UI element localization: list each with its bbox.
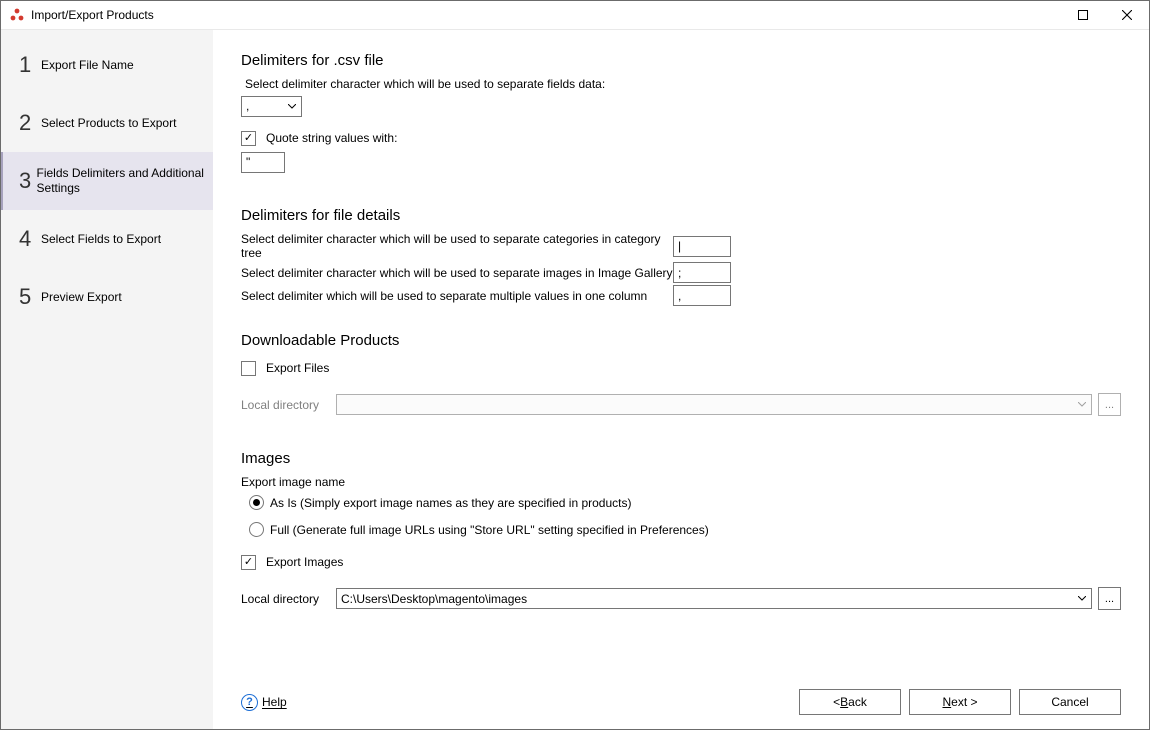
section-csv-heading: Delimiters for .csv file	[241, 52, 1121, 69]
export-image-name-label: Export image name	[241, 475, 1121, 489]
close-button[interactable]	[1105, 1, 1149, 29]
step-label: Fields Delimiters and Additional Setting…	[37, 166, 207, 196]
download-localdir-label: Local directory	[241, 398, 336, 412]
chevron-down-icon	[285, 99, 299, 113]
quote-char-value: "	[246, 155, 250, 169]
detail-row-categories: Select delimiter character which will be…	[241, 232, 1121, 260]
wizard-steps-sidebar: 1 Export File Name 2 Select Products to …	[1, 30, 213, 729]
back-mnemonic: B	[840, 695, 848, 709]
main-panel: Delimiters for .csv file Select delimite…	[213, 30, 1149, 729]
app-icon	[9, 7, 25, 23]
radio-full-row[interactable]: Full (Generate full image URLs using "St…	[241, 522, 1121, 537]
wizard-footer: ? Help < Back Next > Cancel	[213, 679, 1149, 729]
next-suffix: ext >	[951, 695, 977, 709]
images-localdir-value: C:\Users\Desktop\magento\images	[341, 592, 527, 606]
step-label: Select Products to Export	[41, 116, 176, 131]
input-value: ;	[678, 266, 681, 280]
wizard-step-1[interactable]: 1 Export File Name	[1, 36, 213, 94]
section-details-heading: Delimiters for file details	[241, 207, 1121, 224]
back-prefix: <	[833, 695, 840, 709]
detail-label: Select delimiter character which will be…	[241, 266, 673, 280]
step-number: 3	[19, 168, 37, 194]
back-suffix: ack	[848, 695, 867, 709]
next-mnemonic: N	[942, 695, 951, 709]
titlebar: Import/Export Products	[1, 1, 1149, 30]
help-label: Help	[262, 695, 287, 709]
export-files-label: Export Files	[266, 361, 329, 375]
radio-asis-label: As Is (Simply export image names as they…	[270, 496, 632, 510]
maximize-button[interactable]	[1061, 1, 1105, 29]
help-icon: ?	[241, 694, 258, 711]
detail-row-multivalue: Select delimiter which will be used to s…	[241, 285, 1121, 306]
export-images-checkbox[interactable]	[241, 555, 256, 570]
step-number: 4	[19, 226, 41, 252]
help-link[interactable]: ? Help	[241, 694, 287, 711]
radio-full[interactable]	[249, 522, 264, 537]
dialog-window: Import/Export Products 1 Export File Nam…	[0, 0, 1150, 730]
next-button[interactable]: Next >	[909, 689, 1011, 715]
detail-label: Select delimiter which will be used to s…	[241, 289, 673, 303]
step-label: Preview Export	[41, 290, 122, 305]
quote-values-label: Quote string values with:	[266, 131, 397, 145]
cancel-button[interactable]: Cancel	[1019, 689, 1121, 715]
browse-label: ...	[1105, 399, 1114, 411]
step-number: 2	[19, 110, 41, 136]
quote-values-checkbox[interactable]	[241, 131, 256, 146]
csv-hint: Select delimiter character which will be…	[245, 77, 1121, 91]
chevron-down-icon	[1075, 398, 1089, 412]
multivalue-delimiter-input[interactable]: ,	[673, 285, 731, 306]
export-images-label: Export Images	[266, 555, 343, 569]
csv-delimiter-value: ,	[246, 99, 249, 113]
quote-char-input[interactable]: "	[241, 152, 285, 173]
images-localdir-combo[interactable]: C:\Users\Desktop\magento\images	[336, 588, 1092, 609]
wizard-step-3[interactable]: 3 Fields Delimiters and Additional Setti…	[1, 152, 213, 210]
download-localdir-combo	[336, 394, 1092, 415]
detail-row-images: Select delimiter character which will be…	[241, 262, 1121, 283]
step-label: Export File Name	[41, 58, 134, 73]
chevron-down-icon	[1075, 592, 1089, 606]
images-localdir-label: Local directory	[241, 592, 336, 606]
step-number: 1	[19, 52, 41, 78]
wizard-step-2[interactable]: 2 Select Products to Export	[1, 94, 213, 152]
close-icon	[1122, 10, 1132, 20]
categories-delimiter-input[interactable]: |	[673, 236, 731, 257]
wizard-step-4[interactable]: 4 Select Fields to Export	[1, 210, 213, 268]
radio-asis[interactable]	[249, 495, 264, 510]
browse-label: ...	[1105, 593, 1114, 605]
wizard-step-5[interactable]: 5 Preview Export	[1, 268, 213, 326]
maximize-icon	[1078, 10, 1088, 20]
download-browse-button: ...	[1098, 393, 1121, 416]
images-browse-button[interactable]: ...	[1098, 587, 1121, 610]
step-number: 5	[19, 284, 41, 310]
section-images-heading: Images	[241, 450, 1121, 467]
input-value: ,	[678, 289, 681, 303]
export-files-checkbox[interactable]	[241, 361, 256, 376]
radio-asis-row[interactable]: As Is (Simply export image names as they…	[241, 495, 1121, 510]
cancel-label: Cancel	[1051, 695, 1088, 709]
step-label: Select Fields to Export	[41, 232, 161, 247]
images-delimiter-input[interactable]: ;	[673, 262, 731, 283]
body: 1 Export File Name 2 Select Products to …	[1, 30, 1149, 729]
back-button[interactable]: < Back	[799, 689, 901, 715]
radio-full-label: Full (Generate full image URLs using "St…	[270, 523, 709, 537]
window-title: Import/Export Products	[31, 8, 154, 22]
csv-delimiter-select[interactable]: ,	[241, 96, 302, 117]
input-value: |	[678, 239, 681, 253]
detail-label: Select delimiter character which will be…	[241, 232, 673, 260]
section-download-heading: Downloadable Products	[241, 332, 1121, 349]
